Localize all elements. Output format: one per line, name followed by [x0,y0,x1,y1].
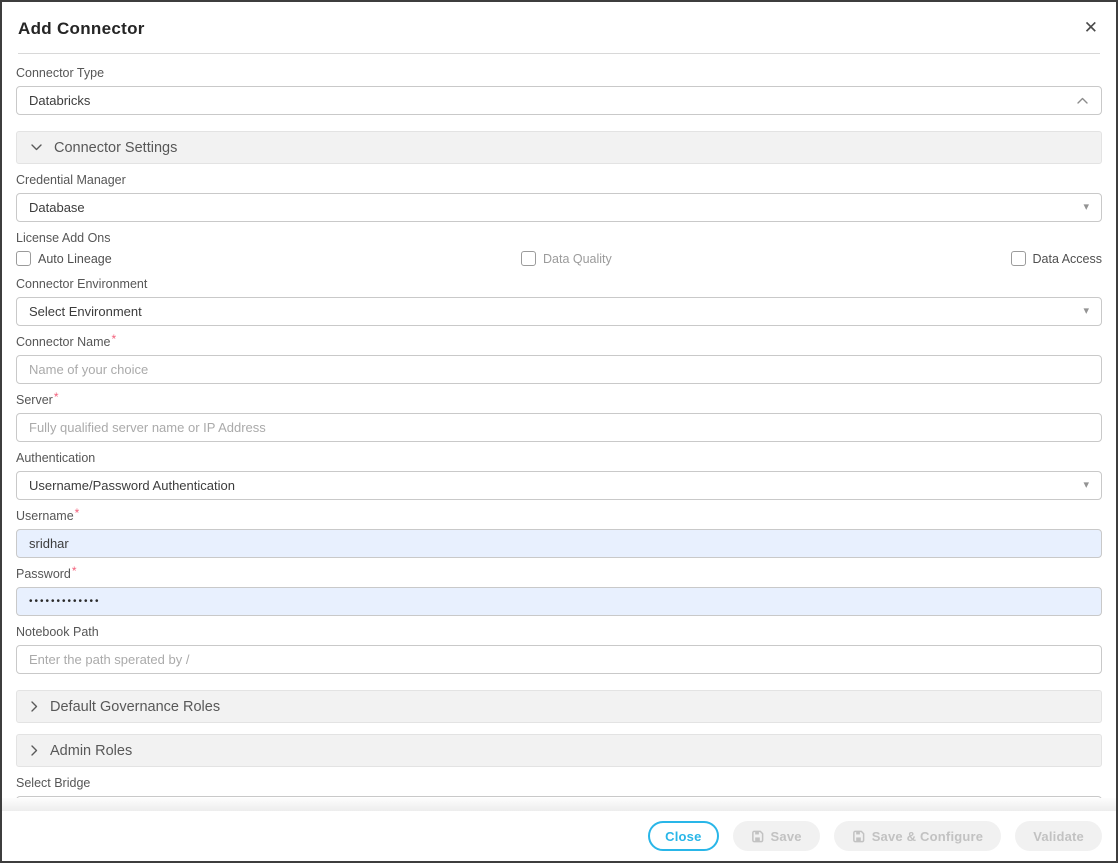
username-label: Username* [16,509,1102,524]
credential-manager-value: Database [29,200,85,215]
dropdown-arrow-icon: ▾ [1083,202,1089,213]
dialog-footer: Close Save Save & Configure Validate [2,811,1116,861]
authentication-select[interactable]: Username/Password Authentication ▾ [16,471,1102,500]
save-button-label: Save [771,829,802,844]
select-bridge-label: Select Bridge [16,776,1102,791]
notebook-path-field[interactable] [16,645,1102,674]
connector-type-label: Connector Type [16,66,1102,81]
data-quality-label: Data Quality [543,252,612,266]
dropdown-arrow-icon: ▾ [1083,306,1089,317]
auto-lineage-checkbox[interactable] [16,251,31,266]
required-asterisk: * [54,390,59,404]
data-access-label: Data Access [1033,252,1102,266]
admin-roles-section-header[interactable]: Admin Roles [16,734,1102,767]
authentication-label: Authentication [16,451,1102,466]
default-governance-roles-section-label: Default Governance Roles [50,699,220,715]
credential-manager-select[interactable]: Database ▾ [16,193,1102,222]
connector-settings-section-label: Connector Settings [54,140,177,156]
connector-name-label-text: Connector Name [16,335,111,349]
connector-type-select[interactable]: Databricks [16,86,1102,115]
auto-lineage-option[interactable]: Auto Lineage [16,251,112,266]
required-asterisk: * [75,506,80,520]
authentication-value: Username/Password Authentication [29,478,235,493]
password-label-text: Password [16,567,71,581]
license-add-ons-label: License Add Ons [16,231,1102,246]
connector-environment-select[interactable]: Select Environment ▾ [16,297,1102,326]
auto-lineage-label: Auto Lineage [38,252,112,266]
data-quality-checkbox[interactable] [521,251,536,266]
save-button[interactable]: Save [733,821,820,851]
credential-manager-label: Credential Manager [16,173,1102,188]
connector-type-value: Databricks [29,93,90,108]
connector-environment-value: Select Environment [29,304,142,319]
validate-button[interactable]: Validate [1015,821,1102,851]
connector-environment-label: Connector Environment [16,277,1102,292]
required-asterisk: * [112,332,117,346]
save-configure-button[interactable]: Save & Configure [834,821,1002,851]
close-button[interactable]: Close [648,821,718,851]
server-label-text: Server [16,393,53,407]
chevron-right-icon [30,700,39,713]
data-access-checkbox[interactable] [1011,251,1026,266]
default-governance-roles-section-header[interactable]: Default Governance Roles [16,690,1102,723]
required-asterisk: * [72,564,77,578]
username-label-text: Username [16,509,74,523]
server-field[interactable] [16,413,1102,442]
chevron-down-icon [30,143,43,152]
close-icon[interactable]: ✕ [1084,19,1098,36]
username-field[interactable] [16,529,1102,558]
license-add-ons-row: Auto Lineage Data Quality Data Access [16,251,1102,268]
password-field[interactable] [16,587,1102,616]
chevron-up-icon [1076,96,1089,105]
connector-name-label: Connector Name* [16,335,1102,350]
connector-form: Connector Type Databricks Connector Sett… [2,54,1116,798]
chevron-right-icon [30,744,39,757]
connector-settings-section-header[interactable]: Connector Settings [16,131,1102,164]
header-divider [18,53,1100,54]
add-connector-dialog: Add Connector ✕ Connector Type Databrick… [0,0,1118,863]
connector-name-field[interactable] [16,355,1102,384]
dropdown-arrow-icon: ▾ [1083,480,1089,491]
dialog-header: Add Connector ✕ [2,2,1116,54]
data-quality-option[interactable]: Data Quality [521,251,612,266]
notebook-path-label: Notebook Path [16,625,1102,640]
admin-roles-section-label: Admin Roles [50,743,132,759]
save-icon [852,830,865,843]
server-label: Server* [16,393,1102,408]
dialog-title: Add Connector [18,18,1100,40]
save-icon [751,830,764,843]
footer-shadow [2,798,1116,811]
save-configure-button-label: Save & Configure [872,829,984,844]
password-label: Password* [16,567,1102,582]
data-access-option[interactable]: Data Access [1011,251,1102,266]
